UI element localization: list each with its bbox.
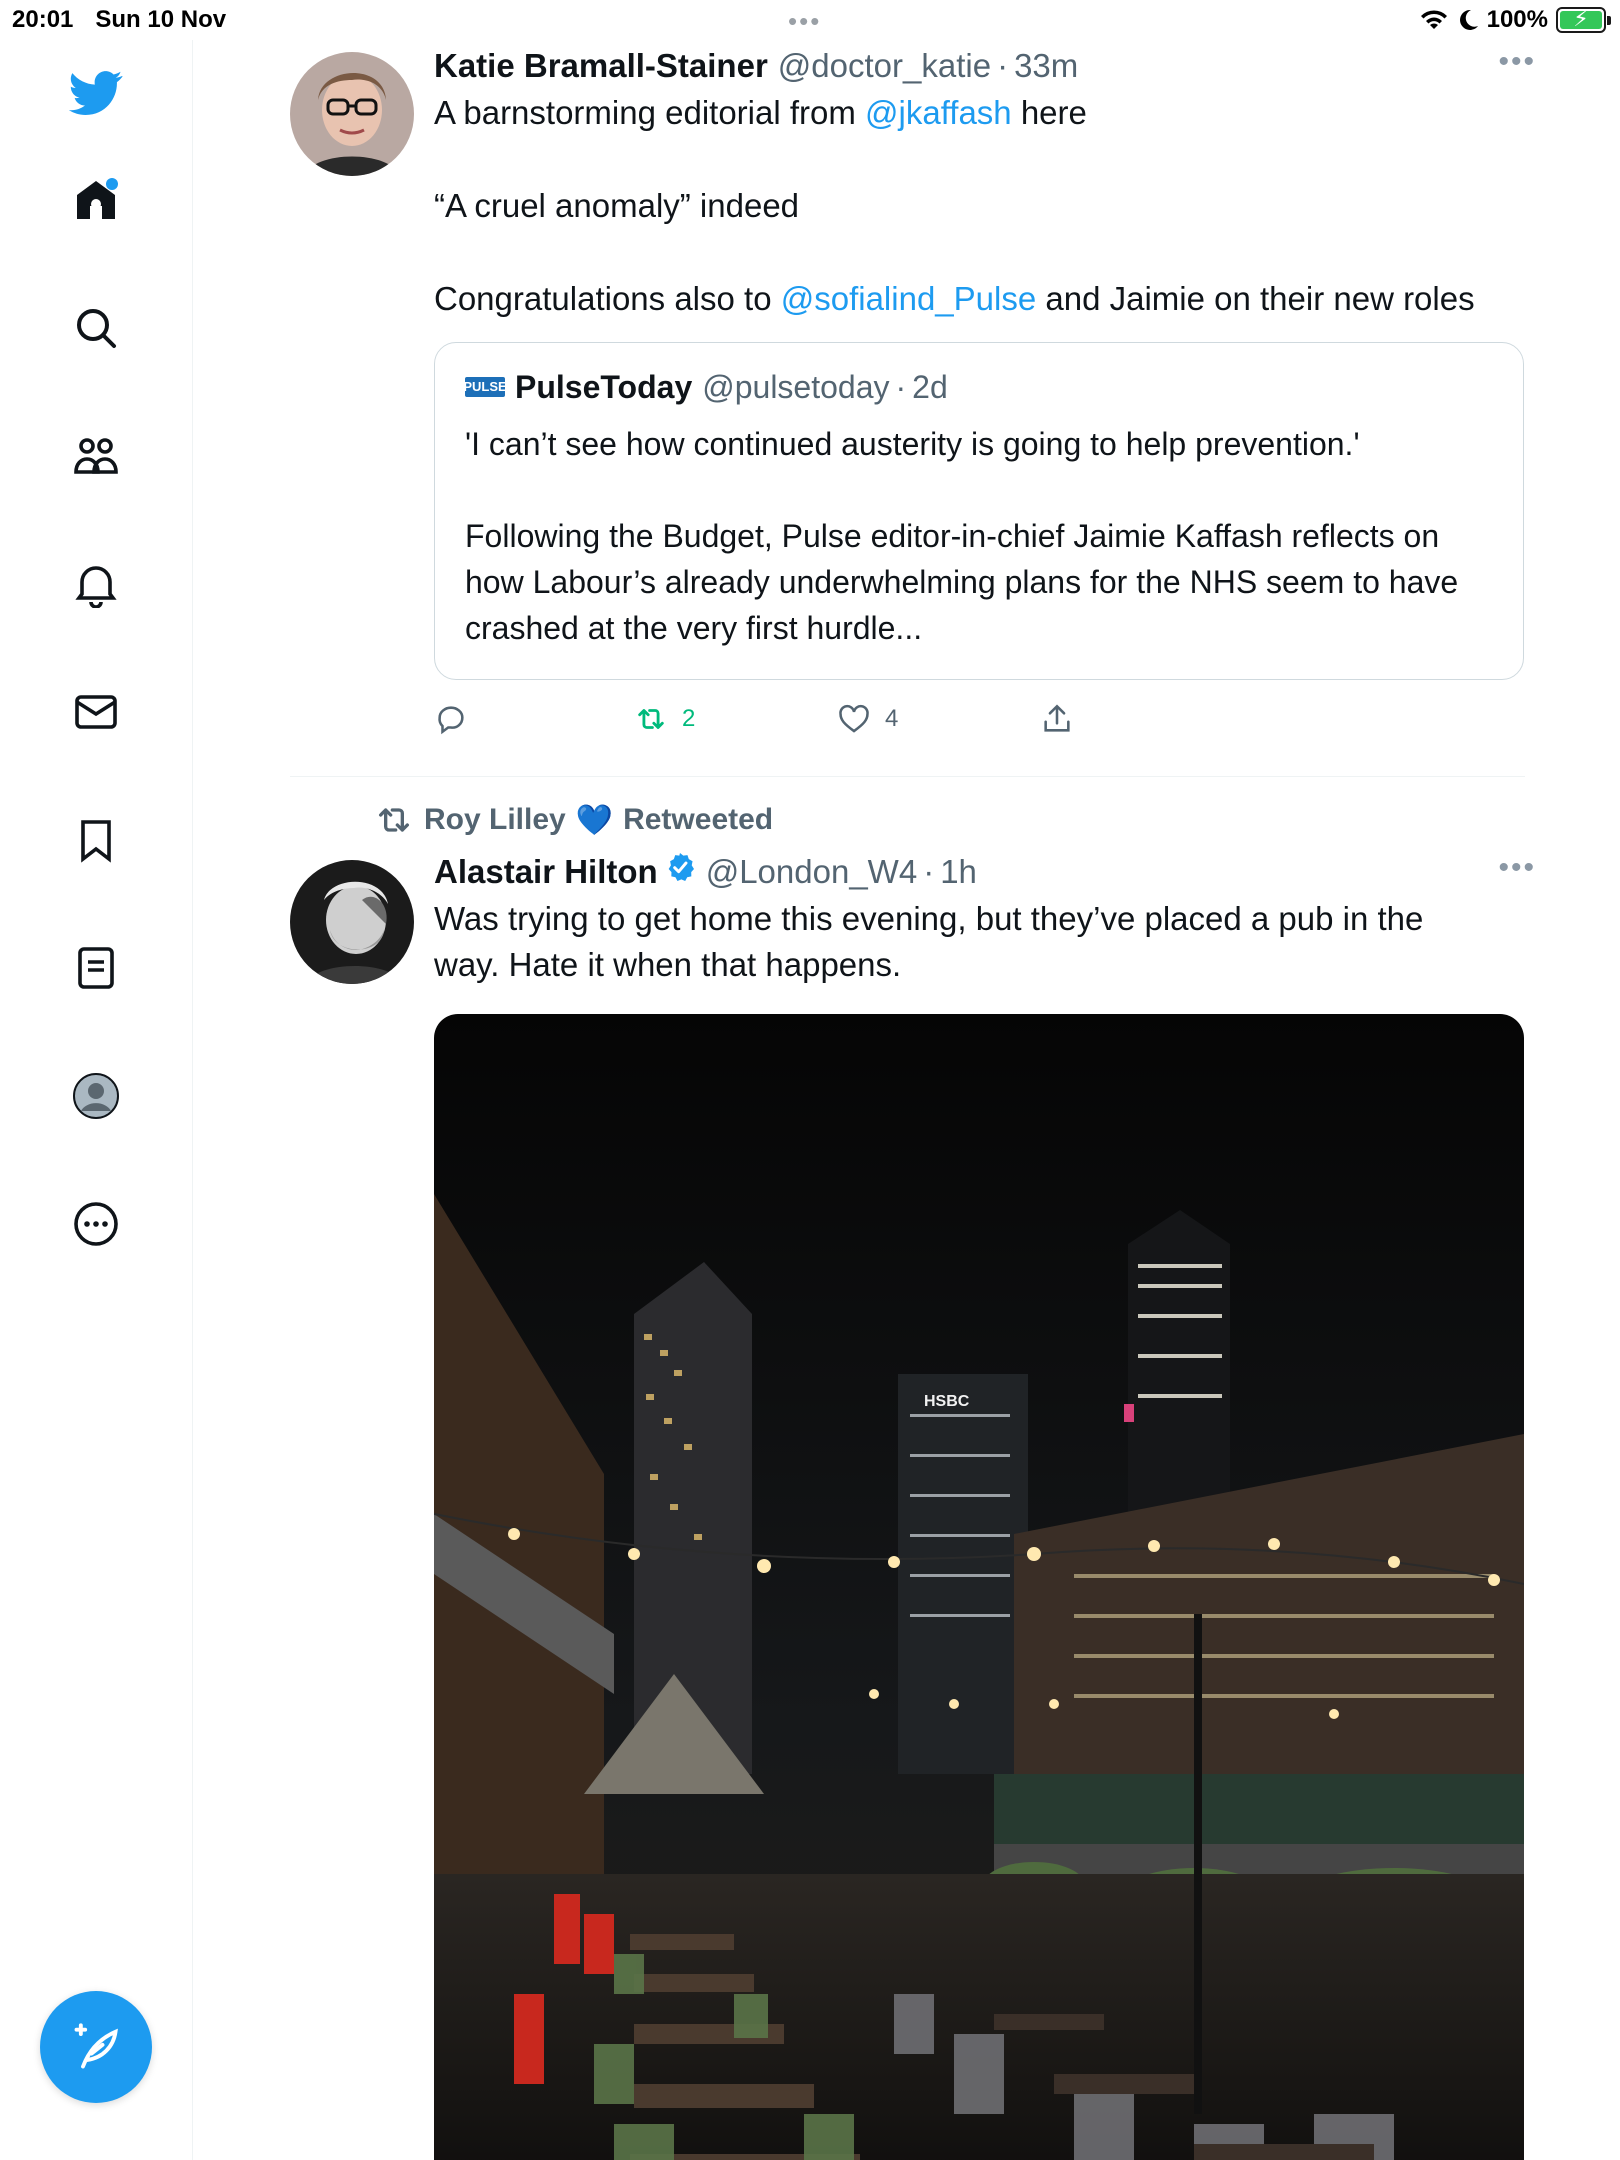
profile-icon: [73, 1073, 119, 1119]
nav-notifications[interactable]: [66, 554, 126, 614]
heart-icon: [839, 704, 869, 733]
tweet-actions: 2 4: [434, 698, 1524, 740]
mention-link[interactable]: @sofialind_Pulse: [781, 280, 1036, 317]
retweeted-label: Retweeted: [623, 803, 774, 836]
status-time: 20:01: [12, 6, 74, 33]
pulse-logo-avatar: PULSE: [463, 377, 507, 397]
tweet-more-icon[interactable]: •••: [1498, 853, 1536, 883]
share-icon: [1044, 704, 1070, 732]
nav-explore[interactable]: [66, 298, 126, 358]
quoted-author-handle: @pulsetoday: [702, 369, 890, 405]
tweet-divider: [290, 776, 1525, 777]
mention-link[interactable]: @jkaffash: [865, 94, 1012, 131]
author-name[interactable]: Alastair Hilton: [434, 850, 658, 894]
moon-icon: [1459, 9, 1478, 30]
verified-badge-icon[interactable]: [664, 851, 696, 883]
separator-dot: ·: [997, 47, 1009, 84]
tweet-time[interactable]: 1h: [940, 850, 977, 894]
separator-dot: ·: [923, 853, 935, 890]
retweet-count: 2: [682, 705, 696, 732]
sidebar-nav: [0, 40, 193, 2160]
quoted-tweet[interactable]: PULSE PulseToday @pulsetoday · 2d 'I can…: [434, 342, 1524, 680]
notifications-icon: [75, 566, 117, 608]
tweet-text-part: here: [1011, 94, 1087, 131]
twitter-logo-icon[interactable]: [66, 62, 126, 122]
retweet-icon: [638, 709, 664, 729]
compose-feather-icon: [74, 2023, 118, 2069]
retweet-button[interactable]: 2: [634, 702, 837, 736]
retweet-indicator-icon: [379, 808, 409, 832]
home-notification-dot: [106, 178, 118, 190]
battery-percent: 100%: [1486, 6, 1548, 33]
wifi-icon: [1420, 10, 1447, 29]
tweet-text-line: “A cruel anomaly” indeed: [434, 187, 800, 224]
more-icon: [74, 1202, 118, 1246]
communities-icon: [74, 438, 118, 474]
messages-icon: [75, 695, 117, 729]
avatar-katie[interactable]: [290, 52, 414, 176]
author-handle[interactable]: @doctor_katie: [778, 44, 991, 88]
search-icon: [77, 309, 116, 348]
avatar-alastair[interactable]: [290, 860, 414, 984]
separator-dot: ·: [895, 369, 907, 405]
lists-icon: [78, 947, 114, 989]
nav-profile[interactable]: [66, 1066, 126, 1126]
night-pub-terrace-image: HSBC: [434, 1014, 1524, 2160]
tweet-text-part: and Jaimie on their new roles: [1036, 280, 1475, 317]
tweet-more-icon[interactable]: •••: [1498, 47, 1536, 77]
hsbc-sign: HSBC: [924, 1393, 970, 1410]
like-button[interactable]: 4: [837, 702, 1040, 736]
quoted-text-1: 'I can’t see how continued austerity is …: [465, 426, 1360, 462]
nav-more[interactable]: [66, 1194, 126, 1254]
share-button[interactable]: [1040, 702, 1074, 736]
quoted-text-2: Following the Budget, Pulse editor-in-ch…: [465, 518, 1459, 646]
nav-lists[interactable]: [66, 938, 126, 998]
author-handle[interactable]: @London_W4: [706, 850, 917, 894]
compose-tweet-button[interactable]: [40, 1991, 152, 2103]
quoted-time: 2d: [912, 369, 948, 405]
tweet-text: Was trying to get home this evening, but…: [434, 900, 1424, 983]
tweet-photo[interactable]: HSBC: [434, 1014, 1524, 2160]
tweet-text-part: Congratulations also to: [434, 280, 781, 317]
nav-home[interactable]: [66, 170, 126, 230]
quoted-author-name: PulseToday: [515, 369, 693, 405]
status-bar: 20:01 Sun 10 Nov ••• 100% ⚡: [0, 0, 1620, 40]
nav-communities[interactable]: [66, 426, 126, 486]
nav-messages[interactable]: [66, 682, 126, 742]
tweet-text-part: A barnstorming editorial from: [434, 94, 866, 131]
status-date: Sun 10 Nov: [95, 6, 227, 33]
like-count: 4: [885, 705, 899, 732]
retweeter-name: Roy Lilley: [424, 803, 566, 836]
retweeted-by-line[interactable]: Roy Lilley 💙 Retweeted: [374, 800, 773, 840]
tweet-time[interactable]: 33m: [1014, 44, 1078, 88]
charging-bolt-icon: ⚡: [1573, 6, 1589, 31]
battery-icon: ⚡: [1556, 6, 1611, 33]
blue-heart-emoji: 💙: [575, 803, 614, 837]
reply-button[interactable]: [434, 702, 634, 736]
tweet-text: A barnstorming editorial from @jkaffash …: [434, 90, 1524, 322]
multitasking-dots-icon[interactable]: •••: [788, 6, 821, 37]
bookmarks-icon: [81, 820, 111, 863]
nav-bookmarks[interactable]: [66, 810, 126, 870]
reply-icon: [438, 706, 464, 735]
author-name[interactable]: Katie Bramall-Stainer: [434, 44, 768, 88]
